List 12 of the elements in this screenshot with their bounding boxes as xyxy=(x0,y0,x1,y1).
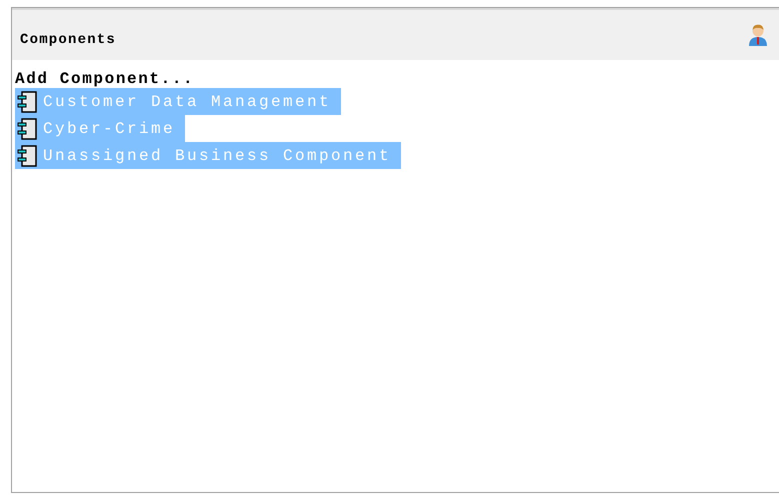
user-icon[interactable] xyxy=(747,23,769,47)
component-name: Customer Data Management xyxy=(43,92,332,110)
add-component-link[interactable]: Add Component... xyxy=(15,70,194,88)
component-item[interactable]: Unassigned Business Component xyxy=(15,142,402,169)
panel-title: Components xyxy=(20,31,116,48)
component-icon xyxy=(17,118,37,140)
component-item[interactable]: Customer Data Management xyxy=(15,88,342,115)
component-icon xyxy=(17,90,37,112)
component-name: Unassigned Business Component xyxy=(43,146,392,164)
component-item[interactable]: Cyber-Crime xyxy=(15,115,186,142)
component-icon xyxy=(17,144,37,166)
component-name: Cyber-Crime xyxy=(43,120,176,138)
